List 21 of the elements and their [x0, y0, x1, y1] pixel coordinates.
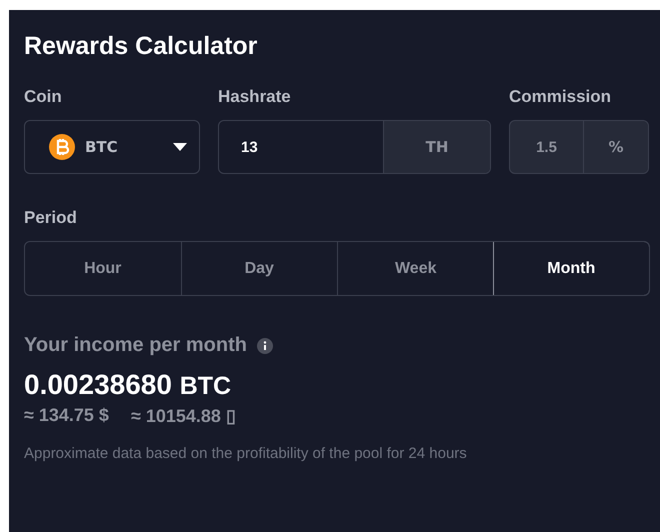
coin-label: Coin	[24, 87, 63, 107]
note-text: Approximate data based on the profitability of the pool for 24 hours	[24, 444, 468, 464]
income-amount: 0.00238680 BTC	[24, 369, 232, 401]
calculator-title: Rewards Calculator	[24, 32, 258, 61]
approx-value: ≈ 10154.88 ▯	[130, 405, 236, 427]
income-label: Your income per month	[24, 334, 247, 357]
period-label: Period	[24, 208, 78, 228]
period-tab[interactable]: Day	[180, 242, 337, 295]
commission-label: Commission	[509, 87, 612, 107]
approx-value: ≈ 134.75 $	[24, 405, 109, 427]
coin-icon	[49, 134, 75, 160]
period-tab[interactable]: Week	[337, 242, 494, 295]
unit-label: TH	[383, 121, 490, 173]
unit-label: %	[583, 121, 648, 173]
hashrate-input[interactable]: 13	[219, 121, 383, 173]
info-icon[interactable]	[256, 338, 273, 354]
hashrate-field[interactable]: 13 TH	[218, 120, 491, 174]
hashrate-label: Hashrate	[218, 87, 292, 107]
period-tab[interactable]: Hour	[25, 242, 180, 295]
caret-icon	[173, 143, 187, 151]
coin-select[interactable]: BTC	[24, 120, 200, 174]
